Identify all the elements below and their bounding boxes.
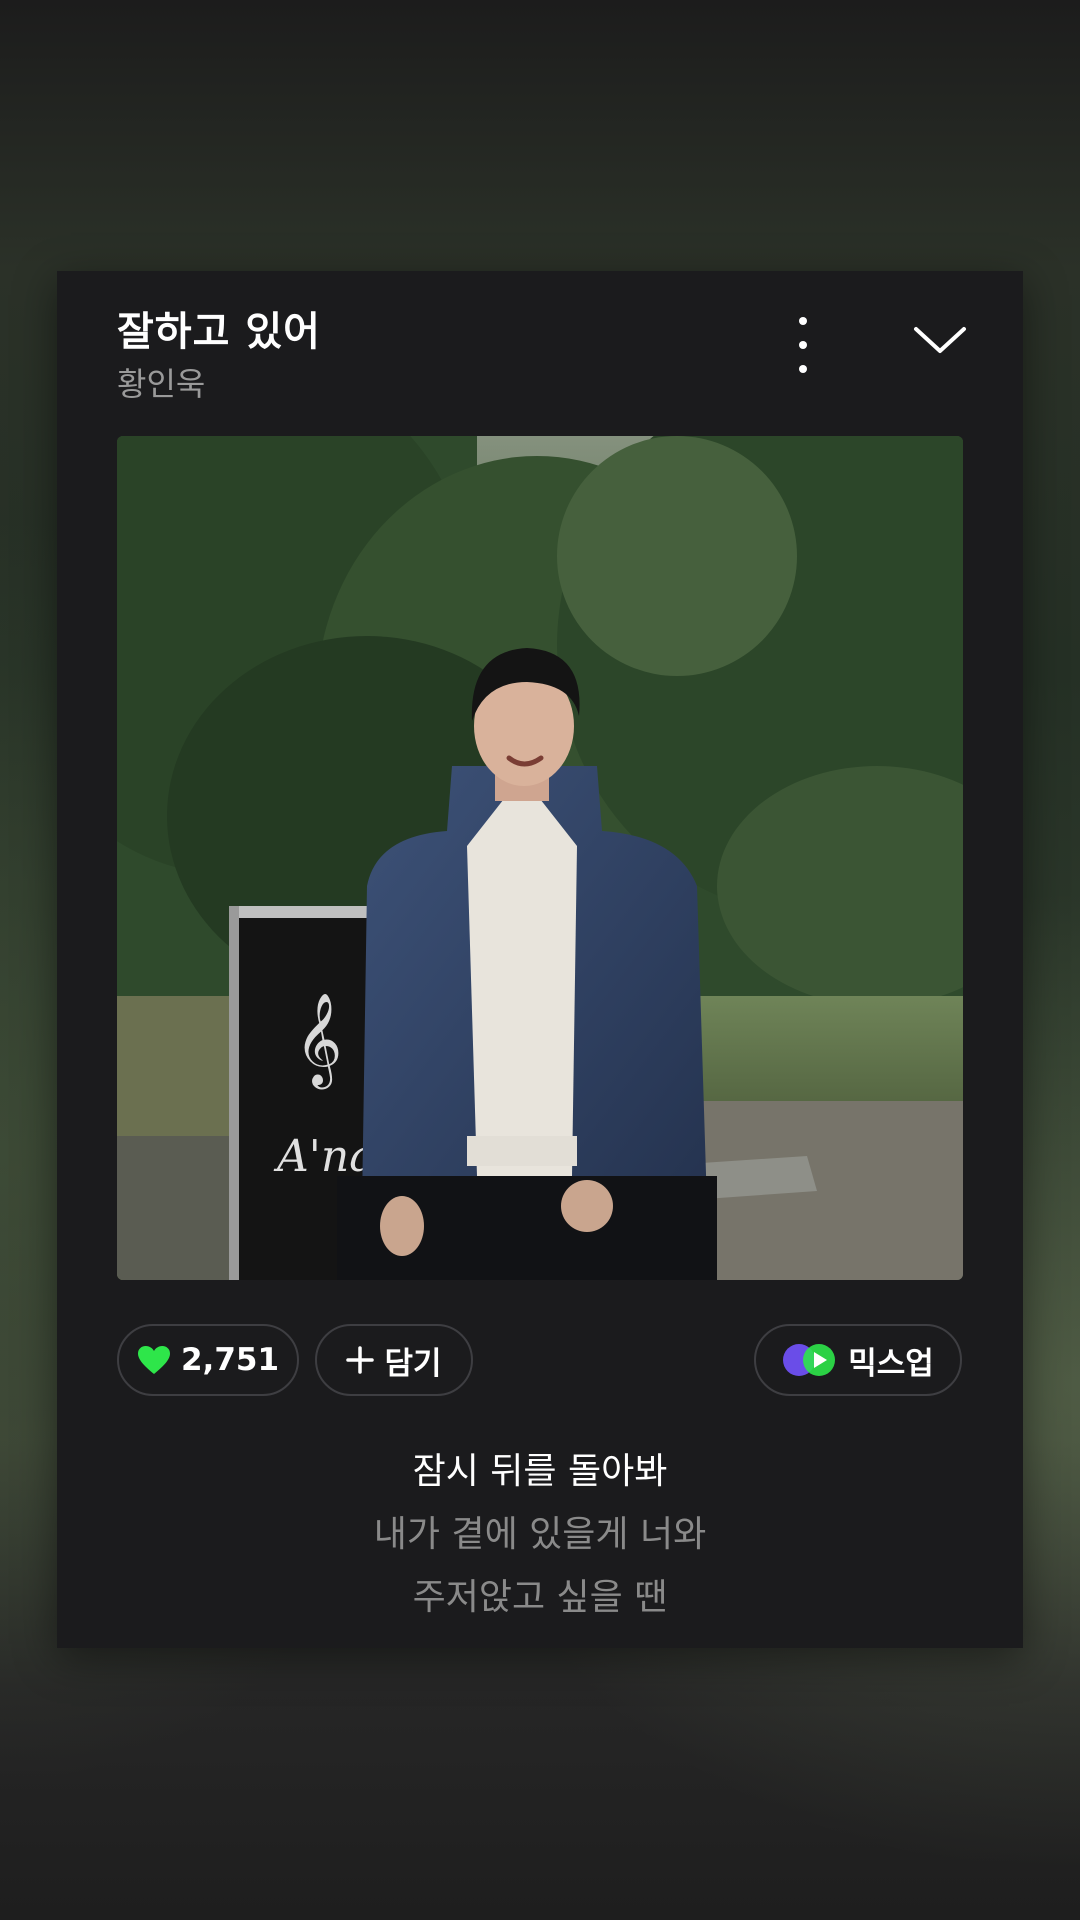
album-artwork: 𝄞 A'na [117, 436, 963, 1280]
svg-text:𝄞: 𝄞 [295, 992, 342, 1089]
more-vertical-icon [799, 317, 807, 325]
sign-text: A'na [273, 1131, 375, 1182]
like-button[interactable]: 2,751 [117, 1324, 299, 1396]
lyric-next-line[interactable]: 내가 곁에 있을게 너와 [57, 1505, 1023, 1557]
like-count: 2,751 [180, 1342, 280, 1378]
add-to-playlist-button[interactable]: 담기 [315, 1324, 473, 1396]
mixup-logo-icon [782, 1343, 838, 1377]
artist-name[interactable]: 황인욱 [117, 359, 205, 405]
chevron-down-icon [914, 327, 966, 353]
plus-icon [346, 1346, 375, 1374]
mixup-label: 믹스업 [848, 1345, 934, 1382]
song-title: 잘하고 있어 [117, 309, 321, 355]
collapse-button[interactable] [912, 321, 968, 361]
lyric-next-line[interactable]: 주저앉고 싶을 땐 [57, 1568, 1023, 1620]
lyric-current-line[interactable]: 잠시 뒤를 돌아봐 [57, 1442, 1023, 1494]
mixup-button[interactable]: 믹스업 [754, 1324, 962, 1396]
heart-icon [137, 1345, 171, 1375]
add-label: 담기 [384, 1345, 442, 1382]
more-options-button[interactable] [783, 317, 823, 373]
now-playing-card: 잘하고 있어 황인욱 𝄞 A'na 2,751 담기 믹스업 잠시 뒤를 돌아봐… [57, 271, 1023, 1648]
